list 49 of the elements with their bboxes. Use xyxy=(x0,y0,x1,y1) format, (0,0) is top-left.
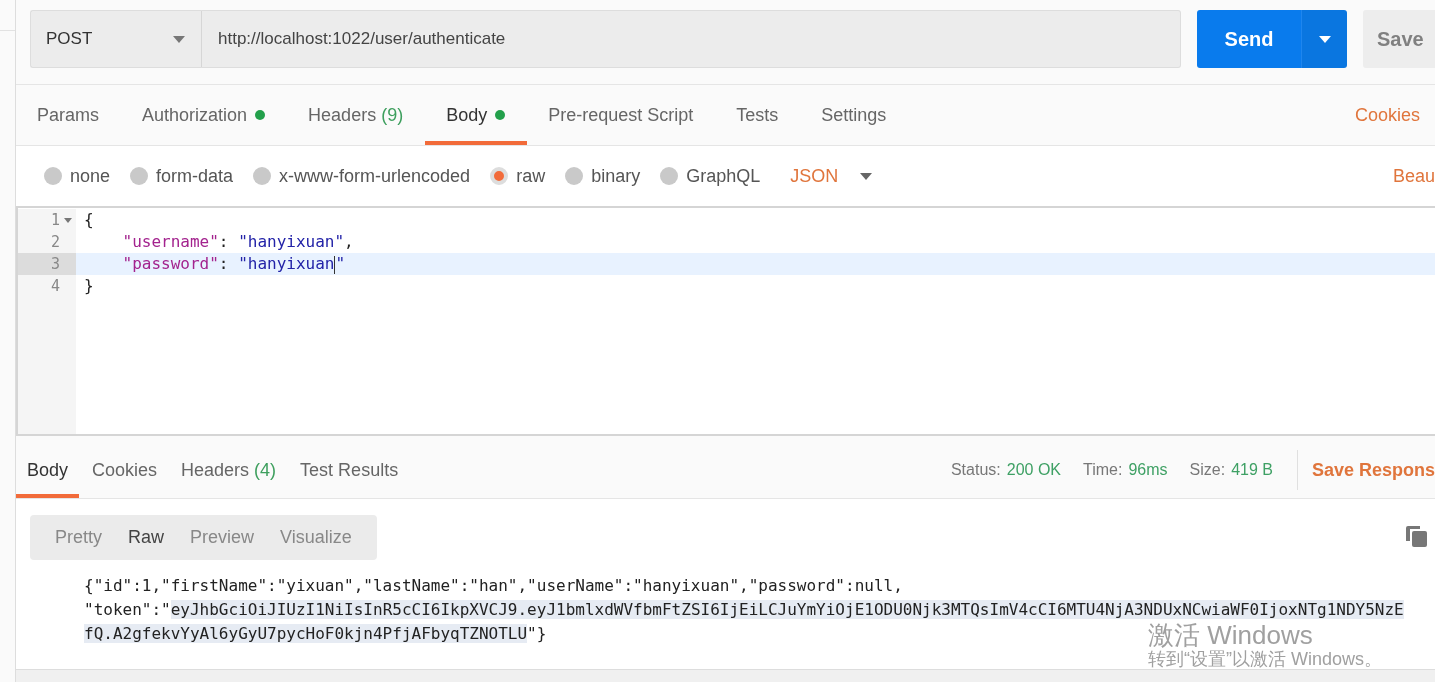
caret-icon xyxy=(860,172,873,180)
line-number: 3 xyxy=(50,255,60,273)
activation-message: 转到“设置”以激活 Windows。 xyxy=(1148,649,1382,669)
body-type-radio[interactable]: x-www-form-urlencoded xyxy=(253,165,471,187)
stat-label: Status: xyxy=(950,460,1001,480)
code-line: { xyxy=(83,209,95,231)
save-button[interactable]: Save xyxy=(1363,10,1435,68)
line-number: 4 xyxy=(50,277,60,295)
view-mode-tab[interactable]: Pretty xyxy=(42,527,115,548)
response-line: "token":"eyJhbGciOiJIUzI1NiIsInR5cCI6IkpXVCJ9.eyJ1bmlxdWVfbmFtZSI6IjEiLCJuYmYiOjE1ODU0Njk3MTQsImV4cCI6MTU4NjA3NDUxNCwiaWF0IjoxNTg1NDY5NzE xyxy=(84,599,1405,621)
request-tab[interactable]: Authorization xyxy=(121,89,288,145)
view-mode-tab[interactable]: Raw xyxy=(115,527,178,548)
stat-value: 200 OK xyxy=(1006,460,1061,480)
stat-label: Size: xyxy=(1189,460,1226,480)
line-number: 1 xyxy=(50,211,60,229)
response-tab[interactable]: Cookies xyxy=(81,446,169,498)
response-line: {"id":1,"firstName":"yixuan","lastName":"han","userName":"hanyixuan","password":null, xyxy=(84,575,904,597)
url-field[interactable]: http://localhost:1022/user/authenticate xyxy=(202,10,1181,68)
request-tab[interactable]: Settings xyxy=(800,89,909,145)
request-tab[interactable]: Params xyxy=(16,89,121,145)
send-button[interactable]: Send xyxy=(1197,10,1301,68)
response-tab[interactable]: Test Results xyxy=(289,446,410,498)
activation-title: 激活 Windows xyxy=(1148,621,1314,649)
copy-icon[interactable] xyxy=(1405,524,1427,547)
view-mode-tab[interactable]: Preview xyxy=(177,527,268,548)
stat-value: 419 B xyxy=(1231,460,1273,480)
request-tab[interactable]: Tests xyxy=(715,89,801,145)
beautify-link[interactable]: Beau xyxy=(1392,165,1435,187)
body-type-radio[interactable]: none xyxy=(44,165,111,187)
request-tab[interactable]: Headers (9) xyxy=(287,89,426,145)
view-mode-tab[interactable]: Visualize xyxy=(267,527,365,548)
code-line: "username": "hanyixuan", xyxy=(121,231,355,253)
body-type-radio[interactable]: raw xyxy=(490,165,546,187)
save-response-link[interactable]: Save Respons xyxy=(1311,442,1435,498)
request-tab[interactable]: Pre-request Script xyxy=(527,89,716,145)
stat-value: 96ms xyxy=(1128,460,1168,480)
format-dropdown[interactable]: JSON xyxy=(790,165,873,187)
response-tab[interactable]: Headers (4) xyxy=(170,446,288,498)
body-type-radio[interactable]: form-data xyxy=(130,165,234,187)
caret-icon xyxy=(1318,35,1331,43)
line-number: 2 xyxy=(50,233,60,251)
caret-icon xyxy=(173,35,185,43)
fold-arrow-icon[interactable] xyxy=(64,217,72,223)
body-type-radio[interactable]: binary xyxy=(565,165,641,187)
code-line: } xyxy=(83,275,95,297)
method-dropdown[interactable]: POST xyxy=(30,10,202,68)
stat-label: Time: xyxy=(1083,460,1123,480)
cookies-link[interactable]: Cookies xyxy=(1354,85,1435,145)
body-type-radio[interactable]: GraphQL xyxy=(660,165,761,187)
